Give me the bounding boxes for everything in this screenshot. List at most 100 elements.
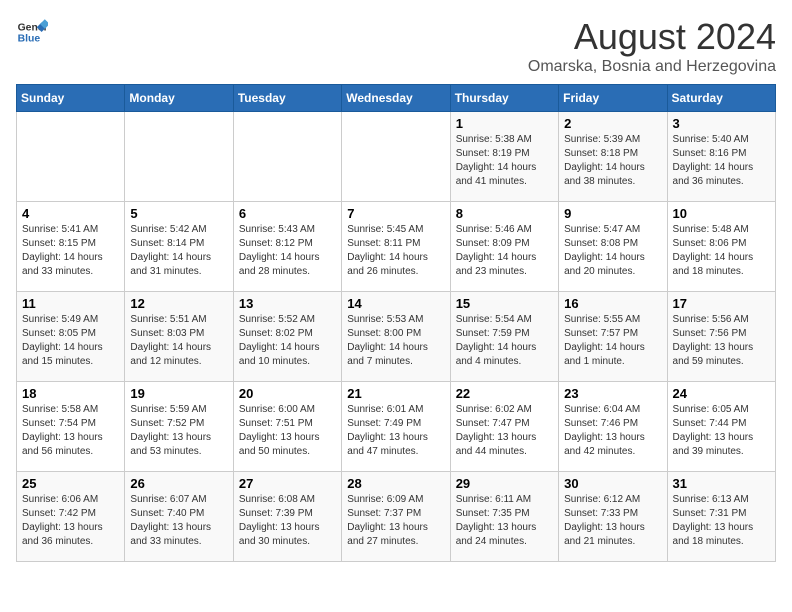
day-info: Sunrise: 5:38 AM Sunset: 8:19 PM Dayligh… bbox=[456, 133, 553, 189]
day-info: Sunrise: 5:58 AM Sunset: 7:54 PM Dayligh… bbox=[22, 403, 119, 459]
header-friday: Friday bbox=[559, 85, 667, 112]
calendar-cell bbox=[342, 112, 450, 202]
day-info: Sunrise: 5:43 AM Sunset: 8:12 PM Dayligh… bbox=[239, 223, 336, 279]
day-info: Sunrise: 6:11 AM Sunset: 7:35 PM Dayligh… bbox=[456, 493, 553, 549]
location-subtitle: Omarska, Bosnia and Herzegovina bbox=[528, 58, 776, 76]
header-sunday: Sunday bbox=[17, 85, 125, 112]
calendar-cell: 8Sunrise: 5:46 AM Sunset: 8:09 PM Daylig… bbox=[450, 202, 558, 292]
calendar-cell: 21Sunrise: 6:01 AM Sunset: 7:49 PM Dayli… bbox=[342, 382, 450, 472]
day-info: Sunrise: 5:59 AM Sunset: 7:52 PM Dayligh… bbox=[130, 403, 227, 459]
day-number: 20 bbox=[239, 386, 336, 401]
title-area: August 2024 Omarska, Bosnia and Herzegov… bbox=[528, 16, 776, 76]
day-info: Sunrise: 6:00 AM Sunset: 7:51 PM Dayligh… bbox=[239, 403, 336, 459]
calendar-cell: 22Sunrise: 6:02 AM Sunset: 7:47 PM Dayli… bbox=[450, 382, 558, 472]
day-number: 10 bbox=[673, 206, 770, 221]
day-info: Sunrise: 5:49 AM Sunset: 8:05 PM Dayligh… bbox=[22, 313, 119, 369]
week-row-1: 1Sunrise: 5:38 AM Sunset: 8:19 PM Daylig… bbox=[17, 112, 776, 202]
calendar-cell: 20 Sunrise: 6:00 AM Sunset: 7:51 PM Dayli… bbox=[233, 382, 341, 472]
header-saturday: Saturday bbox=[667, 85, 775, 112]
day-info: Sunrise: 6:13 AM Sunset: 7:31 PM Dayligh… bbox=[673, 493, 770, 549]
calendar-cell: 13Sunrise: 5:52 AM Sunset: 8:02 PM Dayli… bbox=[233, 292, 341, 382]
calendar-cell: 2Sunrise: 5:39 AM Sunset: 8:18 PM Daylig… bbox=[559, 112, 667, 202]
day-number: 29 bbox=[456, 476, 553, 491]
calendar-cell: 3Sunrise: 5:40 AM Sunset: 8:16 PM Daylig… bbox=[667, 112, 775, 202]
header-wednesday: Wednesday bbox=[342, 85, 450, 112]
day-number: 12 bbox=[130, 296, 227, 311]
day-number: 8 bbox=[456, 206, 553, 221]
day-number: 19 bbox=[130, 386, 227, 401]
header-tuesday: Tuesday bbox=[233, 85, 341, 112]
day-info: Sunrise: 6:08 AM Sunset: 7:39 PM Dayligh… bbox=[239, 493, 336, 549]
header-thursday: Thursday bbox=[450, 85, 558, 112]
calendar-table: SundayMondayTuesdayWednesdayThursdayFrid… bbox=[16, 84, 776, 562]
calendar-cell: 7Sunrise: 5:45 AM Sunset: 8:11 PM Daylig… bbox=[342, 202, 450, 292]
calendar-cell: 11 Sunrise: 5:49 AM Sunset: 8:05 PM Dayli… bbox=[17, 292, 125, 382]
calendar-cell: 17 Sunrise: 5:56 AM Sunset: 7:56 PM Dayli… bbox=[667, 292, 775, 382]
calendar-cell: 19 Sunrise: 5:59 AM Sunset: 7:52 PM Dayli… bbox=[125, 382, 233, 472]
day-number: 23 bbox=[564, 386, 661, 401]
calendar-cell: 9Sunrise: 5:47 AM Sunset: 8:08 PM Daylig… bbox=[559, 202, 667, 292]
day-info: Sunrise: 6:02 AM Sunset: 7:47 PM Dayligh… bbox=[456, 403, 553, 459]
calendar-cell bbox=[233, 112, 341, 202]
calendar-cell: 16 Sunrise: 5:55 AM Sunset: 7:57 PM Dayli… bbox=[559, 292, 667, 382]
week-row-2: 4Sunrise: 5:41 AM Sunset: 8:15 PM Daylig… bbox=[17, 202, 776, 292]
day-number: 24 bbox=[673, 386, 770, 401]
day-info: Sunrise: 6:06 AM Sunset: 7:42 PM Dayligh… bbox=[22, 493, 119, 549]
week-row-5: 25 Sunrise: 6:06 AM Sunset: 7:42 PM Dayli… bbox=[17, 472, 776, 562]
day-number: 2 bbox=[564, 116, 661, 131]
day-number: 7 bbox=[347, 206, 444, 221]
day-number: 4 bbox=[22, 206, 119, 221]
day-number: 31 bbox=[673, 476, 770, 491]
day-number: 26 bbox=[130, 476, 227, 491]
day-info: Sunrise: 6:05 AM Sunset: 7:44 PM Dayligh… bbox=[673, 403, 770, 459]
day-info: Sunrise: 5:55 AM Sunset: 7:57 PM Dayligh… bbox=[564, 313, 661, 369]
day-number: 11 bbox=[22, 296, 119, 311]
day-info: Sunrise: 6:07 AM Sunset: 7:40 PM Dayligh… bbox=[130, 493, 227, 549]
month-year-title: August 2024 bbox=[528, 16, 776, 58]
calendar-cell: 30Sunrise: 6:12 AM Sunset: 7:33 PM Dayli… bbox=[559, 472, 667, 562]
calendar-cell: 25 Sunrise: 6:06 AM Sunset: 7:42 PM Dayli… bbox=[17, 472, 125, 562]
calendar-header-row: SundayMondayTuesdayWednesdayThursdayFrid… bbox=[17, 85, 776, 112]
calendar-cell bbox=[125, 112, 233, 202]
day-info: Sunrise: 5:56 AM Sunset: 7:56 PM Dayligh… bbox=[673, 313, 770, 369]
svg-text:Blue: Blue bbox=[18, 34, 41, 45]
day-info: Sunrise: 5:52 AM Sunset: 8:02 PM Dayligh… bbox=[239, 313, 336, 369]
day-number: 15 bbox=[456, 296, 553, 311]
calendar-cell: 29 Sunrise: 6:11 AM Sunset: 7:35 PM Dayli… bbox=[450, 472, 558, 562]
day-info: Sunrise: 6:04 AM Sunset: 7:46 PM Dayligh… bbox=[564, 403, 661, 459]
day-number: 17 bbox=[673, 296, 770, 311]
calendar-cell: 4Sunrise: 5:41 AM Sunset: 8:15 PM Daylig… bbox=[17, 202, 125, 292]
page-header: General Blue August 2024 Omarska, Bosnia… bbox=[16, 16, 776, 76]
calendar-cell: 23 Sunrise: 6:04 AM Sunset: 7:46 PM Dayli… bbox=[559, 382, 667, 472]
day-number: 25 bbox=[22, 476, 119, 491]
header-monday: Monday bbox=[125, 85, 233, 112]
calendar-cell: 1Sunrise: 5:38 AM Sunset: 8:19 PM Daylig… bbox=[450, 112, 558, 202]
day-number: 6 bbox=[239, 206, 336, 221]
calendar-cell: 14 Sunrise: 5:53 AM Sunset: 8:00 PM Dayli… bbox=[342, 292, 450, 382]
calendar-cell: 24 Sunrise: 6:05 AM Sunset: 7:44 PM Dayli… bbox=[667, 382, 775, 472]
day-number: 3 bbox=[673, 116, 770, 131]
day-info: Sunrise: 5:53 AM Sunset: 8:00 PM Dayligh… bbox=[347, 313, 444, 369]
calendar-cell: 10Sunrise: 5:48 AM Sunset: 8:06 PM Dayli… bbox=[667, 202, 775, 292]
calendar-cell: 26 Sunrise: 6:07 AM Sunset: 7:40 PM Dayli… bbox=[125, 472, 233, 562]
day-info: Sunrise: 5:42 AM Sunset: 8:14 PM Dayligh… bbox=[130, 223, 227, 279]
day-number: 28 bbox=[347, 476, 444, 491]
day-number: 16 bbox=[564, 296, 661, 311]
logo: General Blue bbox=[16, 16, 48, 48]
day-number: 21 bbox=[347, 386, 444, 401]
day-info: Sunrise: 5:51 AM Sunset: 8:03 PM Dayligh… bbox=[130, 313, 227, 369]
calendar-cell: 31 Sunrise: 6:13 AM Sunset: 7:31 PM Dayli… bbox=[667, 472, 775, 562]
day-number: 27 bbox=[239, 476, 336, 491]
day-info: Sunrise: 6:09 AM Sunset: 7:37 PM Dayligh… bbox=[347, 493, 444, 549]
day-number: 14 bbox=[347, 296, 444, 311]
calendar-cell: 6 Sunrise: 5:43 AM Sunset: 8:12 PM Daylig… bbox=[233, 202, 341, 292]
logo-icon: General Blue bbox=[16, 16, 48, 48]
day-info: Sunrise: 5:47 AM Sunset: 8:08 PM Dayligh… bbox=[564, 223, 661, 279]
calendar-cell: 18Sunrise: 5:58 AM Sunset: 7:54 PM Dayli… bbox=[17, 382, 125, 472]
calendar-cell bbox=[17, 112, 125, 202]
day-number: 5 bbox=[130, 206, 227, 221]
day-info: Sunrise: 5:54 AM Sunset: 7:59 PM Dayligh… bbox=[456, 313, 553, 369]
calendar-cell: 28 Sunrise: 6:09 AM Sunset: 7:37 PM Dayli… bbox=[342, 472, 450, 562]
day-number: 30 bbox=[564, 476, 661, 491]
calendar-cell: 15 Sunrise: 5:54 AM Sunset: 7:59 PM Dayli… bbox=[450, 292, 558, 382]
